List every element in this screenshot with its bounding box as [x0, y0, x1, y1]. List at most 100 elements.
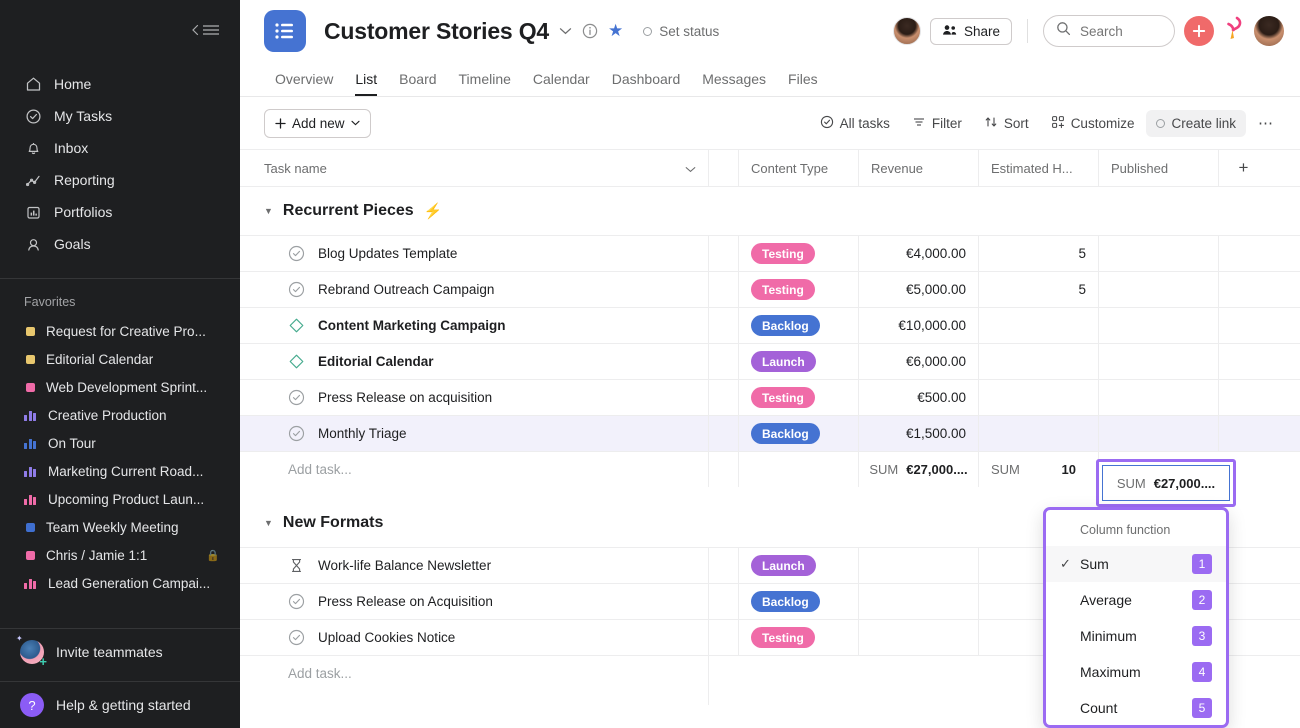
- tab-calendar[interactable]: Calendar: [522, 62, 601, 96]
- tab-overview[interactable]: Overview: [264, 62, 344, 96]
- task-content-type-cell[interactable]: Backlog: [738, 584, 858, 619]
- search-input[interactable]: [1043, 15, 1175, 47]
- group-header-recurrent-pieces[interactable]: ▼ Recurrent Pieces ⚡: [240, 187, 1300, 235]
- task-content-type-cell[interactable]: Launch: [738, 344, 858, 379]
- task-content-type-cell[interactable]: Testing: [738, 620, 858, 655]
- info-icon[interactable]: [582, 23, 598, 39]
- share-button[interactable]: Share: [930, 18, 1012, 45]
- all-tasks-button[interactable]: All tasks: [810, 109, 900, 138]
- task-name-cell[interactable]: Rebrand Outreach Campaign: [240, 272, 708, 307]
- column-header-content-type[interactable]: Content Type: [738, 150, 858, 186]
- task-name-cell[interactable]: Editorial Calendar: [240, 344, 708, 379]
- favorite-item-request-for-creative-pro[interactable]: Request for Creative Pro...: [8, 317, 232, 345]
- sort-button[interactable]: Sort: [974, 109, 1039, 138]
- table-row[interactable]: Rebrand Outreach Campaign Testing €5,000…: [240, 271, 1300, 307]
- task-revenue-cell[interactable]: [858, 548, 978, 583]
- task-content-type-cell[interactable]: Backlog: [738, 416, 858, 451]
- task-published-cell[interactable]: [1098, 344, 1218, 379]
- diamond-icon[interactable]: [288, 317, 305, 334]
- table-row[interactable]: Content Marketing Campaign Backlog €10,0…: [240, 307, 1300, 343]
- task-revenue-cell[interactable]: €4,000.00: [858, 236, 978, 271]
- column-header-revenue[interactable]: Revenue: [858, 150, 978, 186]
- column-header-task-name[interactable]: Task name: [240, 150, 708, 186]
- task-revenue-cell[interactable]: [858, 584, 978, 619]
- favorite-item-upcoming-product-laun[interactable]: Upcoming Product Laun...: [8, 485, 232, 513]
- task-name-cell[interactable]: Press Release on acquisition: [240, 380, 708, 415]
- favorite-item-editorial-calendar[interactable]: Editorial Calendar: [8, 345, 232, 373]
- sidebar-item-goals[interactable]: Goals: [8, 228, 232, 260]
- favorite-item-web-development-sprint[interactable]: Web Development Sprint...: [8, 373, 232, 401]
- estimated-summary-cell[interactable]: SUM 10: [978, 452, 1098, 487]
- task-published-cell[interactable]: [1098, 308, 1218, 343]
- task-published-cell[interactable]: [1098, 236, 1218, 271]
- add-column-button[interactable]: +: [1218, 150, 1268, 186]
- avatar[interactable]: [1254, 16, 1284, 46]
- favorite-item-creative-production[interactable]: Creative Production: [8, 401, 232, 429]
- customize-button[interactable]: Customize: [1041, 109, 1145, 138]
- sidebar-item-inbox[interactable]: Inbox: [8, 132, 232, 164]
- hourglass-icon[interactable]: [288, 557, 305, 574]
- task-content-type-cell[interactable]: Backlog: [738, 308, 858, 343]
- task-content-type-cell[interactable]: Testing: [738, 272, 858, 307]
- create-button[interactable]: [1184, 16, 1214, 46]
- check-circle-icon[interactable]: [288, 389, 305, 406]
- caret-down-icon[interactable]: ▼: [264, 206, 273, 216]
- task-name-cell[interactable]: Blog Updates Template: [240, 236, 708, 271]
- task-revenue-cell[interactable]: €500.00: [858, 380, 978, 415]
- add-task-button[interactable]: Add task...: [240, 452, 708, 487]
- task-revenue-cell[interactable]: [858, 620, 978, 655]
- favorite-item-chris-jamie-1-1[interactable]: Chris / Jamie 1:1 🔒: [8, 541, 232, 569]
- table-row[interactable]: Blog Updates Template Testing €4,000.00 …: [240, 235, 1300, 271]
- tab-board[interactable]: Board: [388, 62, 447, 96]
- task-published-cell[interactable]: [1098, 272, 1218, 307]
- task-name-cell[interactable]: Press Release on Acquisition: [240, 584, 708, 619]
- table-row[interactable]: Monthly Triage Backlog €1,500.00: [240, 415, 1300, 451]
- table-row[interactable]: Editorial Calendar Launch €6,000.00: [240, 343, 1300, 379]
- task-content-type-cell[interactable]: Launch: [738, 548, 858, 583]
- table-row[interactable]: Press Release on acquisition Testing €50…: [240, 379, 1300, 415]
- task-content-type-cell[interactable]: Testing: [738, 236, 858, 271]
- menu-item-maximum[interactable]: Maximum 4: [1046, 654, 1226, 690]
- mascot-icon[interactable]: [1223, 16, 1245, 47]
- task-estimated-cell[interactable]: [978, 344, 1098, 379]
- check-circle-icon[interactable]: [288, 425, 305, 442]
- sidebar-item-home[interactable]: Home: [8, 68, 232, 100]
- check-circle-icon[interactable]: [288, 593, 305, 610]
- chevron-down-icon[interactable]: [559, 27, 572, 35]
- tab-files[interactable]: Files: [777, 62, 829, 96]
- tab-timeline[interactable]: Timeline: [448, 62, 522, 96]
- sidebar-item-my-tasks[interactable]: My Tasks: [8, 100, 232, 132]
- tab-list[interactable]: List: [344, 62, 388, 96]
- task-name-cell[interactable]: Work-life Balance Newsletter: [240, 548, 708, 583]
- task-revenue-cell[interactable]: €10,000.00: [858, 308, 978, 343]
- star-icon[interactable]: ★: [608, 21, 623, 41]
- task-revenue-cell[interactable]: €1,500.00: [858, 416, 978, 451]
- favorite-item-marketing-current-road[interactable]: Marketing Current Road...: [8, 457, 232, 485]
- more-options-button[interactable]: ⋯: [1248, 108, 1284, 138]
- task-estimated-cell[interactable]: [978, 308, 1098, 343]
- task-estimated-cell[interactable]: 5: [978, 272, 1098, 307]
- menu-item-count[interactable]: Count 5: [1046, 690, 1226, 726]
- task-estimated-cell[interactable]: [978, 380, 1098, 415]
- favorite-item-lead-generation-campai[interactable]: Lead Generation Campai...: [8, 569, 232, 597]
- task-estimated-cell[interactable]: 5: [978, 236, 1098, 271]
- favorite-item-on-tour[interactable]: On Tour: [8, 429, 232, 457]
- task-published-cell[interactable]: [1098, 380, 1218, 415]
- check-circle-icon[interactable]: [288, 245, 305, 262]
- member-avatar[interactable]: [893, 17, 921, 45]
- add-new-button[interactable]: Add new: [264, 109, 371, 138]
- task-name-cell[interactable]: Content Marketing Campaign: [240, 308, 708, 343]
- caret-down-icon[interactable]: ▼: [264, 518, 273, 528]
- column-header-estimated-hours[interactable]: Estimated H...: [978, 150, 1098, 186]
- collapse-sidebar-icon[interactable]: [191, 23, 220, 37]
- menu-item-sum[interactable]: ✓ Sum 1: [1046, 546, 1226, 582]
- menu-item-average[interactable]: Average 2: [1046, 582, 1226, 618]
- add-task-button[interactable]: Add task...: [240, 656, 708, 691]
- check-circle-icon[interactable]: [288, 281, 305, 298]
- task-revenue-cell[interactable]: €6,000.00: [858, 344, 978, 379]
- diamond-icon[interactable]: [288, 353, 305, 370]
- task-name-cell[interactable]: Upload Cookies Notice: [240, 620, 708, 655]
- menu-item-minimum[interactable]: Minimum 3: [1046, 618, 1226, 654]
- task-content-type-cell[interactable]: Testing: [738, 380, 858, 415]
- revenue-summary-cell[interactable]: SUM €27,000....: [858, 452, 978, 487]
